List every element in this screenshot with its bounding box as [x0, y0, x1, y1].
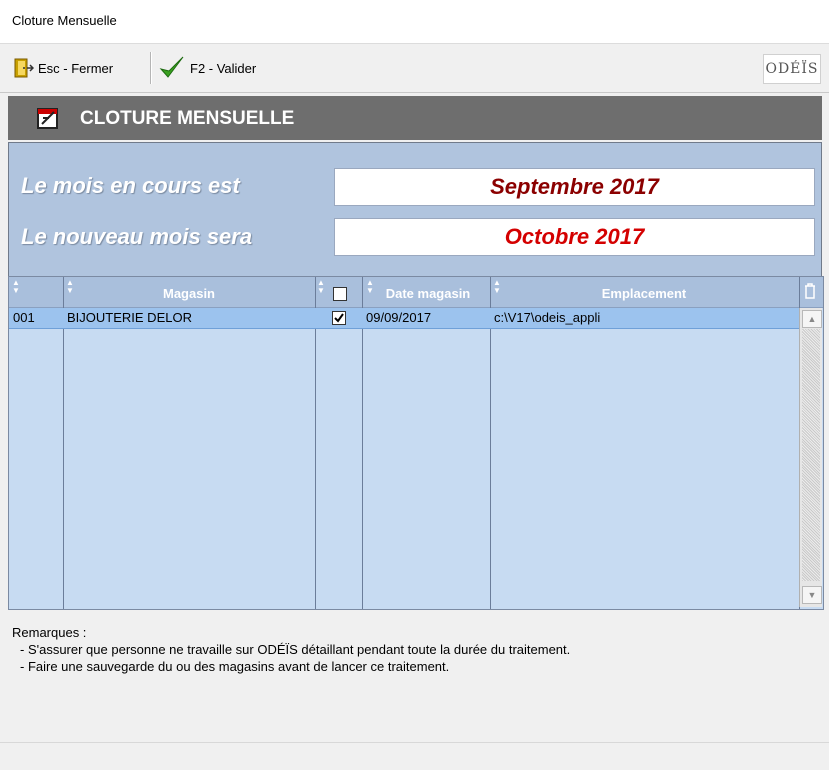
window-title: Cloture Mensuelle: [12, 13, 117, 28]
door-exit-icon: [14, 58, 34, 78]
scroll-down-button[interactable]: ▼: [802, 586, 822, 604]
status-bar: [0, 742, 829, 770]
window: Cloture Mensuelle Esc - Fermer F2 - Vali…: [0, 0, 829, 770]
section-title: CLOTURE MENSUELLE: [80, 108, 295, 129]
checkmark-icon: [159, 56, 184, 78]
row-code: 001: [13, 310, 35, 325]
sort-arrows-icon: ▲ ▼: [317, 278, 325, 295]
scroll-track[interactable]: [802, 329, 820, 581]
row-date: 09/09/2017: [366, 310, 432, 325]
column-header-magasin[interactable]: Magasin: [63, 277, 315, 307]
grid-scrollbar[interactable]: ▲ ▼: [799, 308, 822, 607]
column-header-date[interactable]: Date magasin: [363, 277, 493, 307]
title-bar: Cloture Mensuelle: [0, 0, 829, 44]
validate-button[interactable]: F2 - Valider: [158, 52, 256, 84]
check-icon: [334, 313, 344, 323]
scroll-up-button[interactable]: ▲: [802, 310, 822, 328]
toolbar-separator: [150, 52, 152, 84]
new-month-value: Octobre 2017: [334, 218, 815, 256]
current-month-value: Septembre 2017: [334, 168, 815, 206]
table-row[interactable]: 001 BIJOUTERIE DELOR 09/09/2017 c:\V17\o…: [9, 308, 799, 329]
current-month-label: Le mois en cours est: [21, 173, 240, 198]
stores-grid[interactable]: ▲ ▼ ▲ ▼ Magasin ▲ ▼ ▲ ▼ Date magasin ▲ ▼ Empl…: [8, 276, 824, 610]
toolbar: Esc - Fermer F2 - Valider ODÉÏS: [0, 44, 829, 93]
row-emplacement: c:\V17\odeis_appli: [494, 310, 601, 325]
close-button[interactable]: Esc - Fermer: [12, 52, 113, 84]
row-magasin: BIJOUTERIE DELOR: [67, 310, 192, 325]
validate-button-label: F2 - Valider: [190, 60, 257, 76]
select-all-checkbox[interactable]: [333, 287, 347, 301]
sort-arrows-icon: ▲ ▼: [12, 278, 20, 295]
column-header-emplacement[interactable]: Emplacement: [491, 277, 797, 307]
new-month-label: Le nouveau mois sera: [21, 224, 253, 249]
remarks-title: Remarques :: [12, 625, 87, 640]
odeis-logo: ODÉÏS: [763, 54, 821, 84]
remark-line: - S'assurer que personne ne travaille su…: [20, 642, 571, 657]
calendar-icon: [37, 108, 58, 129]
trash-icon[interactable]: [803, 283, 817, 299]
section-header: CLOTURE MENSUELLE: [8, 96, 822, 140]
remark-line: - Faire une sauvegarde du ou des magasin…: [20, 659, 450, 674]
row-checkbox[interactable]: [332, 311, 346, 325]
close-button-label: Esc - Fermer: [38, 60, 114, 76]
grid-header: ▲ ▼ ▲ ▼ Magasin ▲ ▼ ▲ ▼ Date magasin ▲ ▼ Empl…: [9, 277, 823, 308]
